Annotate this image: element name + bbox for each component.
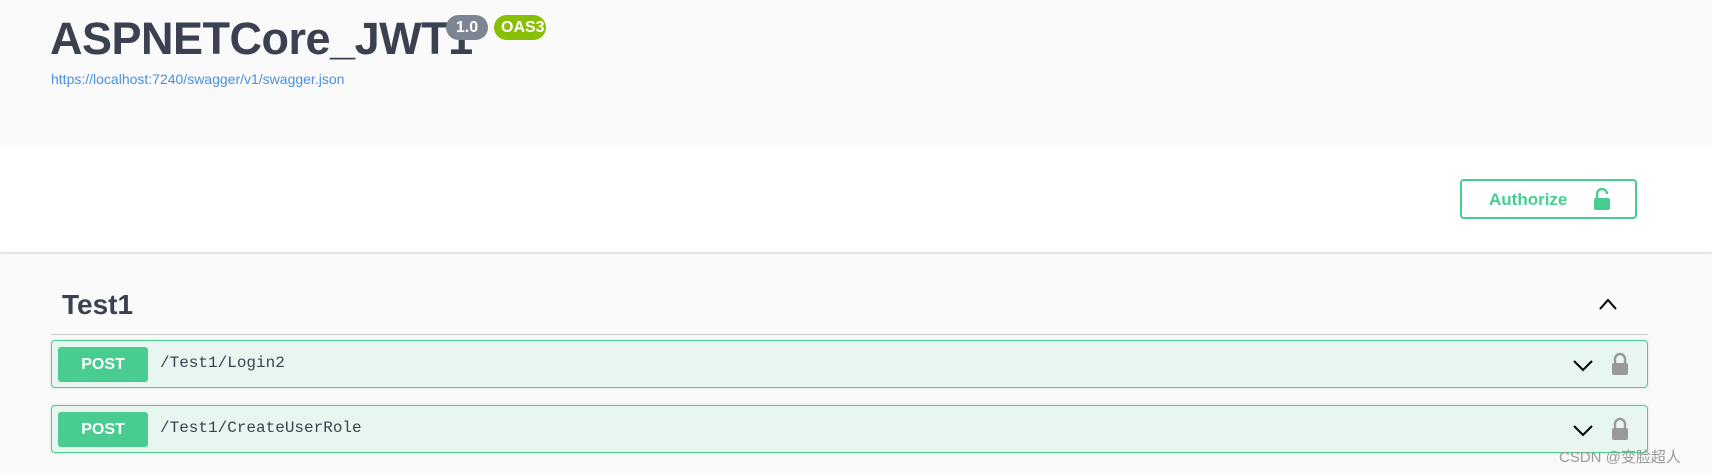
lock-icon[interactable] [1611, 417, 1629, 441]
operation-post-createuserrole[interactable]: POST /Test1/CreateUserRole [51, 405, 1648, 453]
chevron-down-icon[interactable] [1572, 420, 1594, 440]
unlocked-lock-icon [1594, 188, 1610, 210]
tag-section-header[interactable]: Test1 [51, 279, 1648, 335]
oas-badge: OAS3 [494, 15, 546, 40]
operation-path: /Test1/CreateUserRole [160, 419, 362, 437]
version-badge: 1.0 [446, 15, 488, 40]
authorize-label: Authorize [1489, 190, 1568, 209]
spec-url-link[interactable]: https://localhost:7240/swagger/v1/swagge… [51, 71, 344, 87]
operation-path: /Test1/Login2 [160, 354, 285, 372]
tag-name: Test1 [62, 289, 134, 320]
method-badge: POST [58, 412, 148, 447]
authorize-button[interactable]: Authorize [1460, 179, 1637, 219]
method-badge: POST [58, 347, 148, 382]
chevron-down-icon[interactable] [1572, 355, 1594, 375]
watermark: CSDN @变脸超人 [1559, 449, 1681, 466]
operation-post-login2[interactable]: POST /Test1/Login2 [51, 340, 1648, 388]
api-title: ASPNETCore_JWT1 [50, 13, 473, 64]
lock-icon[interactable] [1611, 352, 1629, 376]
scheme-container [0, 145, 1712, 253]
chevron-up-icon[interactable] [1597, 293, 1619, 315]
